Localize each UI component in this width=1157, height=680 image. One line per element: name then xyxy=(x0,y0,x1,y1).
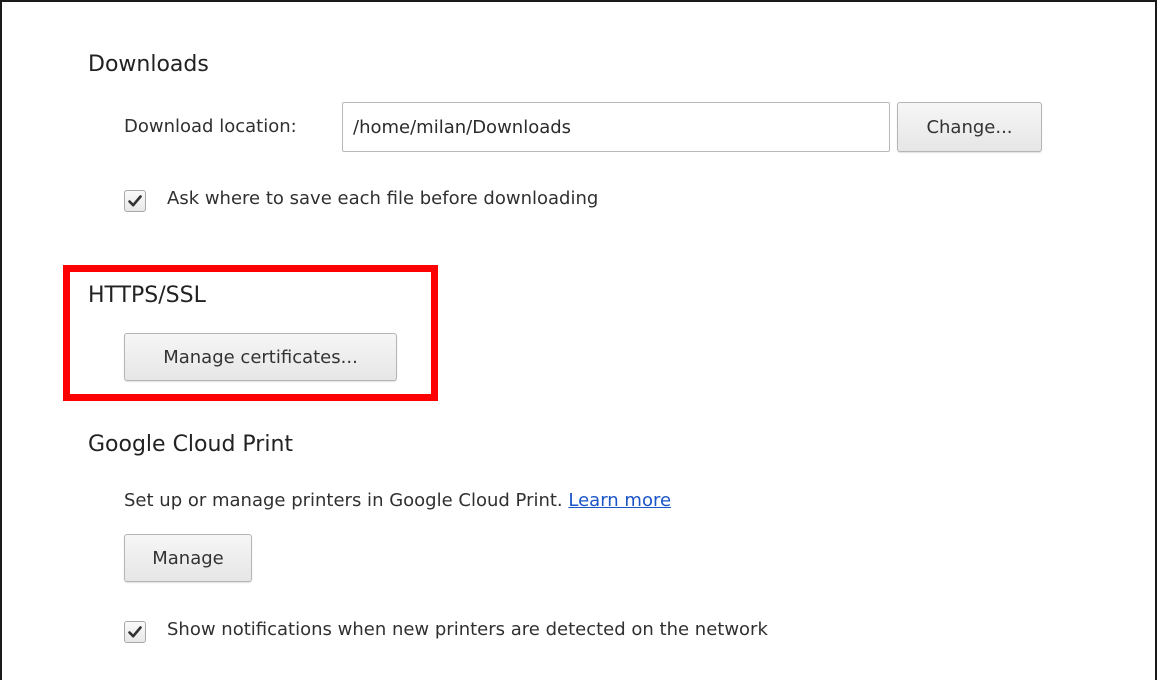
ask-where-to-save-checkbox[interactable] xyxy=(124,190,146,212)
cloud-print-description-row: Set up or manage printers in Google Clou… xyxy=(124,490,671,511)
download-location-field[interactable] xyxy=(342,102,890,152)
cloud-print-manage-button[interactable]: Manage xyxy=(124,534,252,582)
show-notifications-label: Show notifications when new printers are… xyxy=(167,619,768,640)
change-download-location-button[interactable]: Change... xyxy=(897,102,1042,152)
learn-more-link[interactable]: Learn more xyxy=(568,490,671,511)
checkmark-icon xyxy=(128,626,142,638)
show-notifications-checkbox[interactable] xyxy=(124,621,146,643)
download-location-label: Download location: xyxy=(124,116,297,137)
cloud-print-description: Set up or manage printers in Google Clou… xyxy=(124,490,563,511)
downloads-section-title: Downloads xyxy=(88,52,209,77)
ask-where-to-save-label: Ask where to save each file before downl… xyxy=(167,188,599,209)
google-cloud-print-section-title: Google Cloud Print xyxy=(88,432,294,457)
checkmark-icon xyxy=(128,195,142,207)
highlight-annotation xyxy=(63,265,438,401)
